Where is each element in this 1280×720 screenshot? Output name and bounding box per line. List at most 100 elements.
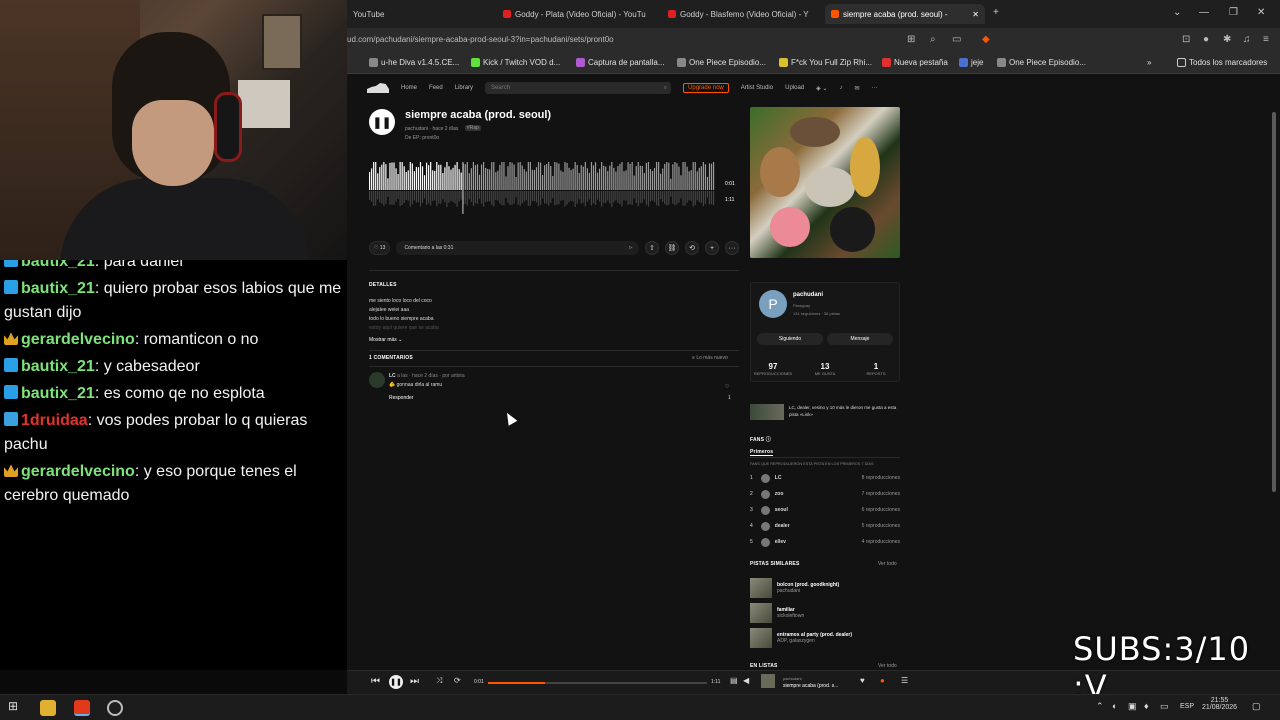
shuffle-icon[interactable]: ⤨ — [436, 676, 442, 686]
profile-name[interactable]: pachudani — [793, 292, 823, 298]
music-icon[interactable]: ♫ — [1243, 34, 1251, 45]
repost-icon[interactable]: ⟲ — [685, 241, 699, 255]
file-explorer-icon[interactable] — [40, 700, 56, 716]
bookmark-item[interactable]: One Piece Episodio... — [997, 58, 1086, 67]
queue-icon[interactable]: ▤ — [730, 676, 738, 685]
search-input[interactable]: Search ⌕ — [485, 82, 672, 94]
translate-icon[interactable]: ⊞ — [907, 34, 915, 45]
artist-studio-link[interactable]: Artist Studio — [741, 85, 773, 91]
extension-icon[interactable]: ⊡ — [1182, 34, 1190, 45]
comment-avatar[interactable] — [369, 372, 385, 388]
player-pause-button[interactable]: ❚❚ — [389, 675, 403, 689]
extension-icon-2[interactable]: ● — [1203, 34, 1209, 45]
similar-see-all[interactable]: Ver todo — [878, 560, 897, 569]
fans-tab-first[interactable]: Primeros — [750, 449, 774, 456]
previous-track-icon[interactable]: ⏮ — [371, 676, 380, 687]
bookmark-item[interactable]: Captura de pantalla... — [576, 58, 665, 67]
all-bookmarks[interactable]: Todos los marcadores — [1177, 58, 1267, 67]
speaker-icon[interactable]: ◐ — [1112, 701, 1117, 711]
cast-icon[interactable]: ▭ — [952, 34, 961, 45]
bookmark-item[interactable]: Nueva pestaña — [882, 58, 948, 67]
chat-username[interactable]: bautix_21 — [21, 260, 95, 270]
language-indicator[interactable]: ESP — [1180, 703, 1194, 710]
messages-icon[interactable]: ✉ — [854, 85, 859, 92]
profile-avatar[interactable]: P — [759, 290, 787, 318]
soundcloud-logo-icon[interactable] — [367, 83, 389, 93]
scrollbar-thumb[interactable] — [1272, 112, 1276, 492]
show-more-button[interactable]: Mostrar más ⌄ — [369, 336, 402, 345]
comment-input[interactable]: Comentario a las 0:31 ⊳ — [396, 241, 639, 255]
bookmark-item[interactable]: jeje — [959, 58, 983, 67]
profile-menu-icon[interactable]: ◈ ⌄ — [816, 85, 827, 92]
heart-icon[interactable]: ♥ — [860, 676, 865, 685]
fan-row[interactable]: 1 LC 8 reproducciones — [750, 471, 900, 485]
tray-overflow-icon[interactable]: ⌃ — [1096, 701, 1104, 712]
follow-icon[interactable]: ● — [880, 676, 885, 685]
more-icon[interactable]: ··· — [871, 85, 877, 91]
upload-link[interactable]: Upload — [785, 85, 804, 91]
track-ep-line[interactable]: De EP: pront0o — [405, 135, 439, 141]
send-icon[interactable]: ⊳ — [629, 245, 633, 251]
volume-icon[interactable]: ◀ — [743, 676, 749, 685]
more-options-icon[interactable]: ··· — [725, 241, 739, 255]
address-bar[interactable]: ud.com/pachudani/siempre-acaba-prod-seou… — [347, 28, 1280, 52]
tray-app-icon[interactable]: ▣ — [1128, 701, 1137, 712]
share-icon[interactable]: ⇧ — [645, 241, 659, 255]
tab-goddy-blasfemo[interactable]: Goddy - Blasfemo (Video Oficial) - Y — [662, 4, 822, 24]
upgrade-button[interactable]: Upgrade now — [683, 83, 729, 93]
minimize-button[interactable]: — — [1199, 7, 1209, 18]
maximize-button[interactable]: ❐ — [1229, 7, 1238, 18]
brave-shield-icon[interactable]: ◆ — [982, 34, 990, 45]
now-playing-artwork[interactable] — [761, 674, 775, 688]
track-tag[interactable]: #Rap — [465, 125, 481, 131]
clock[interactable]: 21:55 21/08/2026 — [1202, 697, 1237, 711]
bookmark-item[interactable]: u-he Diva v1.4.5.CE... — [369, 58, 459, 67]
bookmark-item[interactable]: Kick / Twitch VOD d... — [471, 58, 560, 67]
similar-track[interactable]: bolcon (prod. goodknight) pachudani — [750, 577, 900, 599]
track-artist-line[interactable]: pachudani · hace 2 días — [405, 126, 458, 132]
start-icon[interactable]: ⊞ — [8, 699, 24, 715]
notifications-icon[interactable]: ▢ — [1252, 701, 1261, 712]
next-up-icon[interactable]: ☰ — [901, 676, 908, 685]
reply-button[interactable]: Responder — [389, 394, 413, 403]
fan-row[interactable]: 2 zoo 7 reproducciones — [750, 487, 900, 501]
chat-username[interactable]: 1druidaa — [21, 412, 88, 429]
nav-home[interactable]: Home — [401, 85, 417, 91]
comment-like-icon[interactable]: ♡ — [725, 383, 729, 392]
app-icon[interactable] — [107, 700, 123, 716]
tab-soundcloud[interactable]: siempre acaba (prod. seoul) - ✕ — [825, 4, 985, 24]
tab-search-icon[interactable]: ⌄ — [1173, 7, 1181, 18]
waveform[interactable] — [369, 162, 715, 214]
repeat-icon[interactable]: ⟳ — [454, 676, 461, 685]
pause-button[interactable]: ❚❚ — [369, 109, 395, 135]
bookmark-item[interactable]: One Piece Episodio... — [677, 58, 766, 67]
next-track-icon[interactable]: ⏭ — [410, 676, 419, 687]
chat-username[interactable]: bautix_21 — [21, 280, 95, 297]
following-button[interactable]: Siguiendo — [757, 333, 823, 345]
add-to-playlist-icon[interactable]: + — [705, 241, 719, 255]
now-playing-title[interactable]: siempre acaba (prod. s... — [783, 683, 838, 689]
chat-username[interactable]: gerardelvecino — [21, 463, 135, 480]
nav-library[interactable]: Library — [455, 85, 473, 91]
menu-icon[interactable]: ≡ — [1263, 34, 1269, 45]
close-tab-icon[interactable]: ✕ — [972, 10, 979, 19]
fan-row[interactable]: 5 ellev 4 reproducciones — [750, 535, 900, 549]
chat-username[interactable]: bautix_21 — [21, 385, 95, 402]
fan-row[interactable]: 4 dealer 5 reproducciones — [750, 519, 900, 533]
new-tab-button[interactable]: + — [993, 7, 999, 18]
message-button[interactable]: Mensaje — [827, 333, 893, 345]
nav-feed[interactable]: Feed — [429, 85, 443, 91]
tab-goddy-plata[interactable]: Goddy - Plata (Video Oficial) - YouTu — [497, 4, 657, 24]
puzzle-icon[interactable]: ✱ — [1223, 34, 1231, 45]
like-button[interactable]: ♡ 13 — [369, 241, 391, 255]
similar-track[interactable]: entramos al party (prod. dealer) ADP, gal… — [750, 627, 900, 649]
more-bookmarks-icon[interactable]: » — [1147, 58, 1151, 67]
zoom-icon[interactable]: ⌕ — [930, 34, 936, 45]
bookmark-item[interactable]: F*ck You Full Zip Rhi... — [779, 58, 872, 67]
comments-sort[interactable]: ≡ Lo más nuevo — [692, 354, 728, 363]
notifications-icon[interactable]: ♪ — [839, 85, 842, 91]
copy-link-icon[interactable]: ⛓ — [665, 241, 679, 255]
chat-username[interactable]: gerardelvecino — [21, 331, 135, 348]
similar-track[interactable]: familiar sickoleftown — [750, 602, 900, 624]
fan-row[interactable]: 3 seoul 6 reproducciones — [750, 503, 900, 517]
